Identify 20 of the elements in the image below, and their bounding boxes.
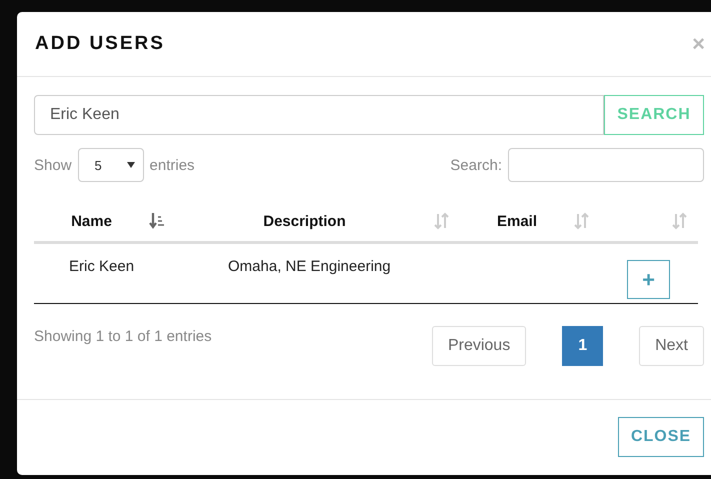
column-header[interactable]: Email xyxy=(460,212,574,230)
pager-button[interactable]: Next xyxy=(639,326,704,366)
sort-icon[interactable] xyxy=(149,212,165,230)
table-cell: Omaha, NE Engineering xyxy=(228,258,391,275)
dialog-title: ADD USERS xyxy=(35,33,165,55)
column-header[interactable]: Name xyxy=(34,212,149,230)
entries-label: entries xyxy=(150,156,195,174)
add-button[interactable]: + xyxy=(627,260,670,299)
pager-button[interactable]: Previous xyxy=(432,326,526,366)
table-info: Showing 1 to 1 of 1 entries xyxy=(34,328,212,347)
table-cell: Eric Keen xyxy=(69,258,134,275)
show-label: Show xyxy=(34,156,72,174)
filter-field[interactable] xyxy=(508,148,704,182)
caret-icon xyxy=(126,162,135,168)
filter-label: Search: xyxy=(450,156,502,174)
close-button[interactable]: CLOSE xyxy=(618,417,704,457)
search-field[interactable]: Eric Keen xyxy=(34,95,604,135)
page-button[interactable]: 1 xyxy=(562,326,604,366)
column-header[interactable]: Description xyxy=(175,212,434,230)
entries-select[interactable]: 5 xyxy=(78,148,144,182)
